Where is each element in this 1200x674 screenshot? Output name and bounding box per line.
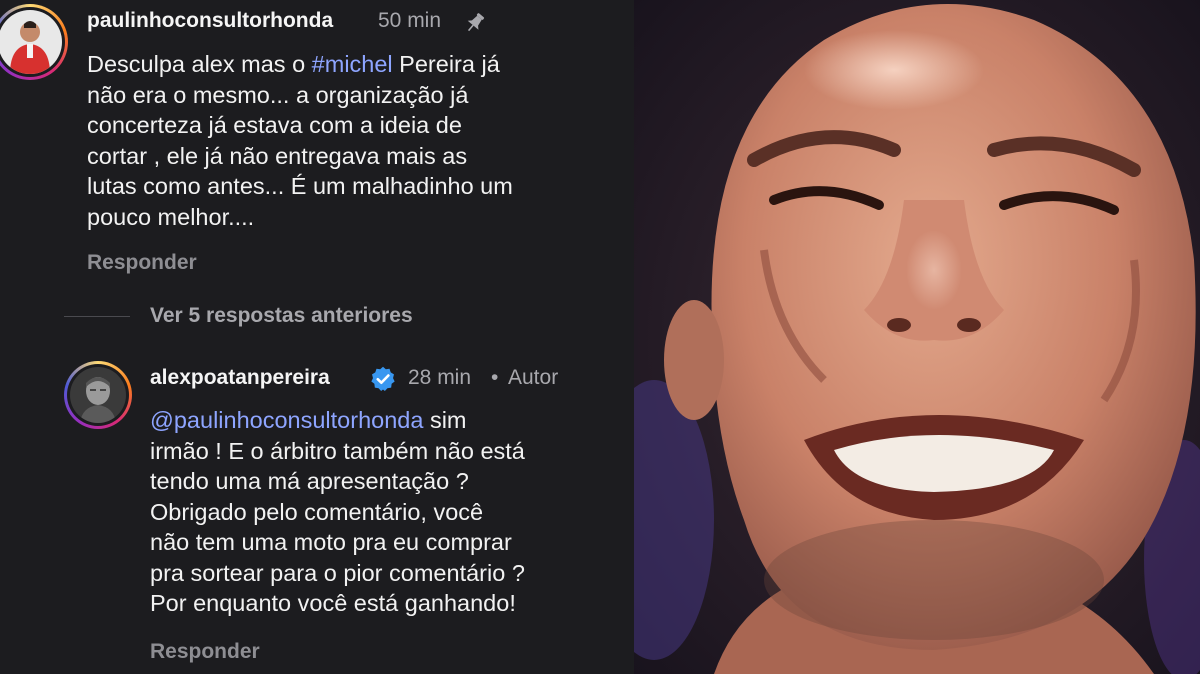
comment-text-line: pra sortear para o pior comentário ? <box>150 559 525 586</box>
comment-text: Desculpa alex mas o #michel Pereira já n… <box>87 49 513 232</box>
comment-text-line: não era o mesmo... a organização já <box>87 81 469 108</box>
comment-text-line: sim <box>423 407 467 433</box>
profile-photo-man-grayscale <box>70 367 126 423</box>
comment-text-line: cortar , ele já não entregava mais as <box>87 142 468 169</box>
thread-divider <box>64 316 130 317</box>
comment-text-line: concerteza já estava com a ideia de <box>87 112 462 138</box>
comment-text-line: lutas como antes... É um malhadinho um <box>87 173 513 199</box>
comment-username[interactable]: alexpoatanpereira <box>150 366 330 390</box>
view-previous-replies-button[interactable]: Ver 5 respostas anteriores <box>150 304 413 328</box>
comment-timestamp: 28 min <box>408 366 472 389</box>
pin-icon <box>467 13 485 32</box>
mention-link[interactable]: @paulinhoconsultorhonda <box>150 407 423 433</box>
reaction-photo-smiling-man <box>634 0 1200 674</box>
comment-timestamp: 50 min <box>378 9 442 32</box>
comment-username[interactable]: paulinhoconsultorhonda <box>87 9 333 33</box>
comment-text-line: pouco melhor.... <box>87 203 255 230</box>
avatar-paulinhoconsultorhonda[interactable] <box>0 4 68 80</box>
comment-text-line: não tem uma moto pra eu comprar <box>150 529 512 555</box>
avatar-alexpoatanpereira[interactable] <box>64 361 132 429</box>
comment-text-line: Pereira já <box>392 51 500 77</box>
comments-panel: paulinhoconsultorhonda 50 min Desculpa a… <box>0 0 634 674</box>
comment-text-line: irmão ! E o árbitro também não está <box>150 437 525 464</box>
comment-text-line: Desculpa alex mas o <box>87 51 312 77</box>
comment-text-line: tendo uma má apresentação ? <box>150 468 469 494</box>
comment-text-line: Obrigado pelo comentário, você <box>150 498 484 525</box>
smiling-face-illustration <box>634 0 1200 674</box>
hashtag-link[interactable]: #michel <box>312 51 393 77</box>
verified-badge-icon <box>371 366 395 392</box>
reply-button[interactable]: Responder <box>87 251 197 275</box>
meta-separator: • <box>491 366 499 389</box>
reply-button[interactable]: Responder <box>150 640 260 664</box>
profile-photo-man-red-shirt <box>0 10 62 74</box>
comment-text-line: Por enquanto você está ganhando! <box>150 590 516 616</box>
author-label: Autor <box>508 366 559 389</box>
comment-text: @paulinhoconsultorhonda sim irmão ! E o … <box>150 405 525 619</box>
